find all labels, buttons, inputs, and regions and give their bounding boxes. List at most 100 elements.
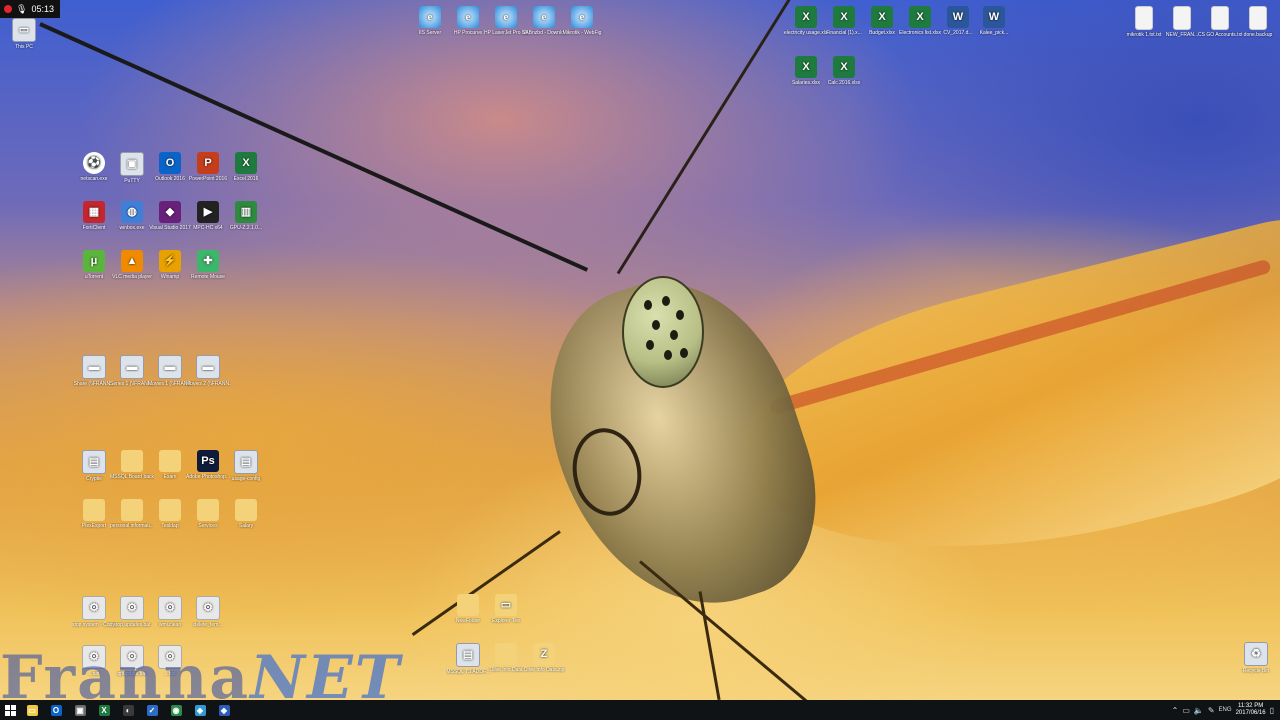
app6-icon: ✓ [146,704,158,716]
antenna-left [39,22,589,272]
recording-indicator[interactable]: 🎙 05:13 [0,0,60,18]
antenna-right [616,0,795,275]
taskbar-app-app8[interactable]: ◈ [188,700,212,720]
desktop-icon-label: Remote Mouse [191,274,225,280]
taskbar-app-app7[interactable]: ◉ [164,700,188,720]
app9-icon: ◆ [218,704,230,716]
desktop-icon-delete-ten[interactable]: ⚙ delete_tem... [186,596,230,628]
folder-icon [197,499,219,521]
desktop-icon-olive-setup[interactable]: Z Olive Info Data.zip [522,643,566,673]
app7-icon: ◉ [170,704,182,716]
doc-icon [1249,6,1267,30]
ball-icon: ⚽ [83,152,105,174]
doc-icon [1173,6,1191,30]
microphone-icon: 🎙 [16,3,28,14]
clock-time: 11:32 PM [1237,703,1264,709]
outlook-icon: O [50,704,62,716]
excel-icon: X [98,704,110,716]
folder-icon [121,450,143,472]
desktop-icon-xl-b[interactable]: X Calc 2016.xlsx [822,56,866,86]
desktop-icon-label: Salary [238,523,254,529]
taskbar-app-explorer[interactable]: ▭ [20,700,44,720]
taskbar-app-excel[interactable]: X [92,700,116,720]
gpuz-icon: ▥ [235,201,257,223]
rmouse-icon: ✚ [197,250,219,272]
desktop-icon-label: usage-config [231,476,261,482]
desktop-icon-label: done.backup [1243,32,1273,38]
desktop-icon-explorer-tee[interactable]: ▭ Explorer Tee [484,594,528,624]
desktop-icon-label: Movies 2 (\\FRANN... [186,381,230,387]
taskbar-app-app6[interactable]: ✓ [140,700,164,720]
volume-icon[interactable]: 🔈 [1194,706,1204,715]
clock[interactable]: 11:32 PM 2017/06/16 [1236,703,1266,717]
xl-icon: X [795,56,817,78]
desktop-icon-done-backup[interactable]: done.backup [1236,6,1280,38]
drive-icon: ▬ [158,355,182,379]
taskbar-app-app9[interactable]: ◆ [212,700,236,720]
app3-icon: ▣ [74,704,86,716]
ie-icon: e [571,6,593,28]
xl-icon: X [795,6,817,28]
desktop-icon-word2[interactable]: W Kalee_pick... [972,6,1016,36]
recording-time: 05:13 [31,4,54,14]
notification-icon[interactable]: ▯ [1270,706,1274,715]
ie-icon: e [419,6,441,28]
bat-icon: ⚙ [196,596,220,620]
desktop-icon-label: GPU-Z.2.1.0... [229,225,263,231]
desktop-icon-remote-mouse[interactable]: ✚ Remote Mouse [186,250,230,280]
desktop-icon-label: Kalee_pick... [979,30,1009,36]
xl-icon: X [833,56,855,78]
system-tray: ⌃ ▭ 🔈 ✎ ENG 11:32 PM 2017/06/16 ▯ [1172,703,1280,717]
desktop-icon-gpu-z[interactable]: ▥ GPU-Z.2.1.0... [224,201,268,231]
language-indicator[interactable]: ENG [1219,707,1232,713]
zip-icon: Z [533,643,555,665]
folder-icon [495,643,517,665]
taskbar-app-app3[interactable]: ▣ [68,700,92,720]
taskbar-app-outlook[interactable]: O [44,700,68,720]
ie-icon: e [533,6,555,28]
desktop-icon-label: Olive Info Data.zip [523,667,565,673]
vlc-icon: ▲ [121,250,143,272]
xl-icon: X [833,6,855,28]
wd-icon: W [983,6,1005,28]
desktop-icon-label: Explorer Tee [492,618,520,624]
chevron-up-icon[interactable]: ⌃ [1172,706,1179,715]
desktop-icon-excel[interactable]: X Excel 2016 [224,152,268,182]
desktop-icon-label: delete_tem... [193,622,223,628]
xl-icon: X [235,152,257,174]
vs-icon: ◆ [159,201,181,223]
taskbar-app-app5[interactable]: ◐ [116,700,140,720]
mpc-icon: ▶ [197,201,219,223]
desktop-icon-salary[interactable]: Salary [224,499,268,529]
windows-icon [4,704,16,716]
network-icon[interactable]: ▭ [1182,706,1190,715]
desktop-icon-label: Recycle Bin [1242,668,1270,674]
ps-icon: Ps [197,450,219,472]
explorer-icon: ▭ [26,704,38,716]
doc-icon [1135,6,1153,30]
desktop-icon-recycle-bin[interactable]: ♻ Recycle Bin [1234,642,1278,674]
setup-icon: ▤ [234,450,258,474]
start-button[interactable] [0,700,20,720]
xl-icon: X [909,6,931,28]
drive-icon: ▬ [82,355,106,379]
desktop-icon-mikrotik-webfig[interactable]: e Mikrotik - WebFig [560,6,604,36]
ppt-icon: P [197,152,219,174]
desktop-icon-label: This PC [15,44,33,50]
drive-icon: ▬ [120,355,144,379]
bat-icon: ⚙ [120,596,144,620]
taskbar: ▭ O ▣ X ◐ ✓ ◉ ◈ ◆ ⌃ ▭ 🔈 ✎ ENG 11:32 PM 2017/06/1… [0,700,1280,720]
pen-icon[interactable]: ✎ [1208,706,1215,715]
explorer-icon: ▭ [495,594,517,616]
winbox-icon: ◍ [121,201,143,223]
ie-icon: e [495,6,517,28]
desktop-icon-this-pc[interactable]: ▭ This PC [2,18,46,50]
recycle-icon: ♻ [1244,642,1268,666]
outlook-icon: O [159,152,181,174]
desktop-icon-label: Calc 2016.xlsx [827,80,861,86]
folder-icon [121,499,143,521]
desktop-icon-movies2[interactable]: ▬ Movies 2 (\\FRANN... [186,355,230,387]
wd-icon: W [947,6,969,28]
desktop-icon-label: Excel 2016 [233,176,259,182]
desktop-icon-usage-config[interactable]: ▤ usage-config [224,450,268,482]
